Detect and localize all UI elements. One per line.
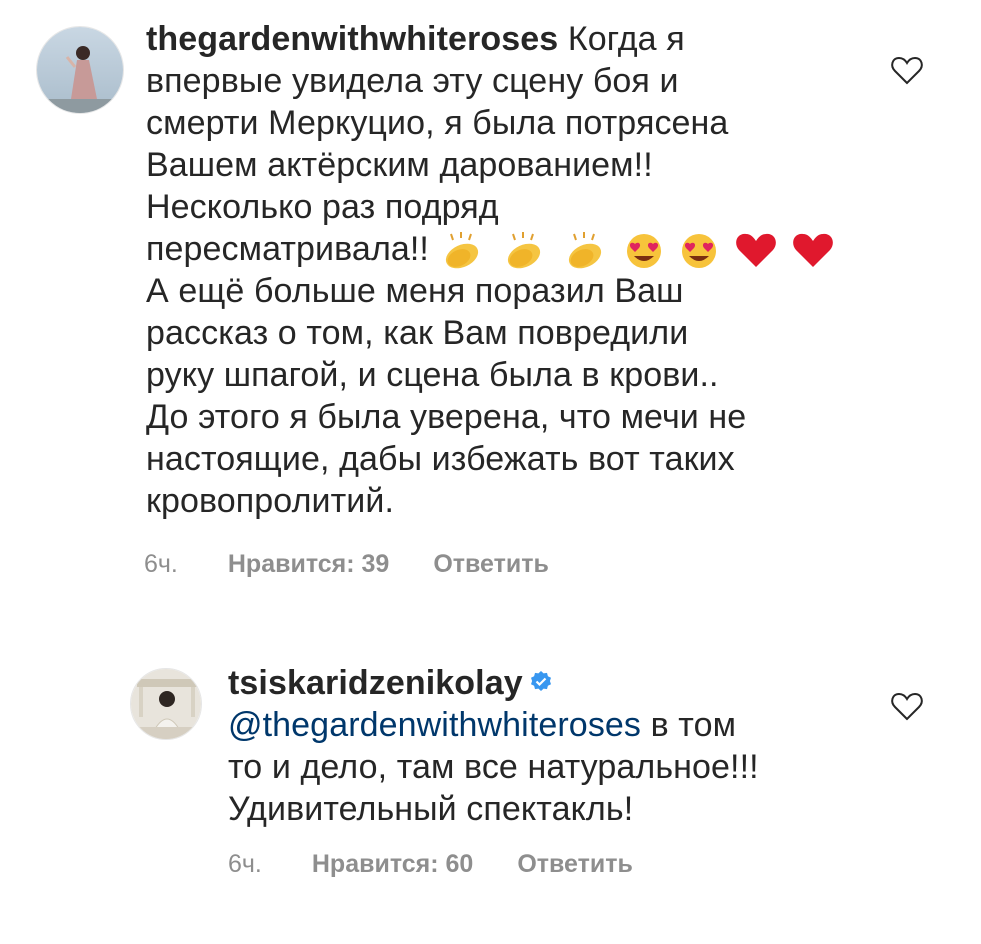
heart-outline-icon[interactable] bbox=[890, 690, 924, 722]
comment-text: А ещё больше меня поразил Ваш bbox=[146, 272, 684, 310]
likes-count[interactable]: Нравится: 39 bbox=[228, 550, 389, 579]
timestamp: 6ч. bbox=[144, 550, 178, 578]
timestamp: 6ч. bbox=[228, 850, 262, 878]
comment-text: настоящие, дабы избежать вот таких bbox=[146, 440, 735, 478]
comment-line-emoji: пересматривала!! bbox=[146, 228, 866, 270]
comment-text: Когда я bbox=[567, 20, 685, 58]
avatar-photo bbox=[37, 27, 123, 113]
comment-text: смерти Меркуцио, я была потрясена bbox=[146, 104, 729, 142]
comment-tsiskaridzenikolay: tsiskaridzenikolay @thegardenwithwhitero… bbox=[0, 640, 981, 940]
clapping-hands-emoji bbox=[445, 231, 479, 268]
comment-line-2: @thegardenwithwhiteroses в том bbox=[228, 704, 848, 746]
comment-body: tsiskaridzenikolay @thegardenwithwhitero… bbox=[228, 662, 848, 830]
heart-eyes-emoji bbox=[626, 233, 661, 268]
comment-meta: 6ч. Нравится: 39 Ответить bbox=[144, 550, 549, 579]
heart-eyes-emoji bbox=[682, 233, 717, 268]
comment-text: в том bbox=[650, 706, 737, 744]
comment-line-1: thegardenwithwhiteroses Когда я bbox=[146, 18, 866, 60]
username[interactable]: thegardenwithwhiteroses bbox=[146, 20, 558, 58]
comment-text: До этого я была уверена, что мечи не bbox=[146, 398, 747, 436]
red-heart-emoji bbox=[793, 233, 834, 267]
comment-text: руку шпагой, и сцена была в крови.. bbox=[146, 356, 719, 394]
verified-badge-icon bbox=[530, 671, 551, 692]
avatar[interactable] bbox=[36, 26, 124, 114]
reply-button[interactable]: Ответить bbox=[517, 850, 633, 879]
comment-text: кровопролитий. bbox=[146, 482, 394, 520]
username[interactable]: tsiskaridzenikolay bbox=[228, 664, 523, 702]
clapping-hands-emoji bbox=[568, 231, 602, 268]
comment-body: thegardenwithwhiteroses Когда я впервые … bbox=[146, 18, 866, 522]
comment-thegardenwithwhiteroses: thegardenwithwhiteroses Когда я впервые … bbox=[0, 0, 981, 600]
comment-text: пересматривала!! bbox=[146, 230, 429, 268]
emoji-row bbox=[437, 227, 838, 270]
mention-link[interactable]: @thegardenwithwhiteroses bbox=[228, 706, 641, 744]
comment-text: впервые увидела эту сцену боя и bbox=[146, 62, 679, 100]
comment-text: то и дело, там все натуральное!!! bbox=[228, 748, 759, 786]
comment-line-1: tsiskaridzenikolay bbox=[228, 662, 848, 704]
comment-text: Удивительный спектакль! bbox=[228, 790, 634, 828]
comment-text: Несколько раз подряд bbox=[146, 188, 499, 226]
comment-text: рассказ о том, как Вам повредили bbox=[146, 314, 689, 352]
heart-outline-icon[interactable] bbox=[890, 54, 924, 86]
comment-meta: 6ч. Нравится: 60 Ответить bbox=[228, 850, 633, 879]
comment-text: Вашем актёрским дарованием!! bbox=[146, 146, 653, 184]
red-heart-emoji bbox=[735, 233, 776, 267]
clapping-hands-emoji bbox=[507, 231, 540, 268]
likes-count[interactable]: Нравится: 60 bbox=[312, 850, 473, 879]
reply-button[interactable]: Ответить bbox=[433, 550, 549, 579]
avatar[interactable] bbox=[130, 668, 202, 740]
avatar-photo bbox=[131, 669, 201, 739]
